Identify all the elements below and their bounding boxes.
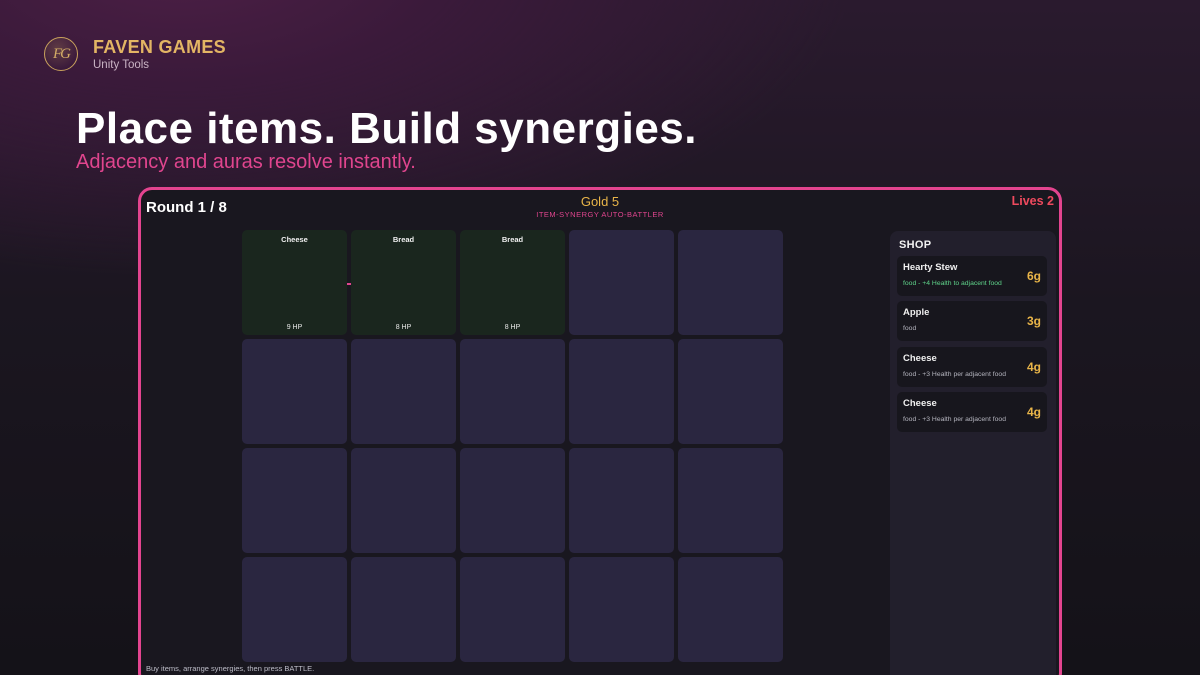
shop-panel: SHOP Hearty Stew food - +4 Health to adj…	[890, 231, 1056, 675]
shop-item-name: Apple	[903, 307, 930, 318]
shop-item-description: food	[903, 325, 917, 332]
game-subtitle: ITEM-SYNERGY AUTO-BATTLER	[536, 210, 664, 219]
brand-name: FAVEN GAMES	[93, 37, 226, 57]
item-name: Cheese	[281, 235, 308, 244]
board-grid: Cheese 9 HP Bread 8 HP Bread 8 HP	[242, 230, 783, 662]
board-cell-empty[interactable]	[678, 230, 783, 335]
shop-item-price: 3g	[1026, 314, 1041, 328]
board-cell-empty[interactable]	[351, 339, 456, 444]
board-cell-empty[interactable]	[242, 339, 347, 444]
shop-item[interactable]: Hearty Stew food - +4 Health to adjacent…	[897, 256, 1047, 296]
item-name: Bread	[501, 235, 524, 244]
hero-headline: Place items. Build synergies.	[76, 104, 697, 153]
shop-item-price: 6g	[1026, 269, 1041, 283]
gold-counter: Gold 5	[580, 194, 620, 209]
board-cell-item[interactable]: Bread 8 HP	[351, 230, 456, 335]
board-cell-empty[interactable]	[569, 448, 674, 553]
shop-item-name: Cheese	[903, 398, 937, 409]
shop-item[interactable]: Apple food 3g	[897, 301, 1047, 341]
board-cell-empty[interactable]	[460, 557, 565, 662]
instruction-hint: Buy items, arrange synergies, then press…	[146, 664, 315, 673]
game-window: Round 1 / 8 Gold 5 ITEM-SYNERGY AUTO-BAT…	[138, 187, 1062, 675]
shop-item-description: food - +3 Health per adjacent food	[903, 371, 1006, 378]
board-cell-item[interactable]: Bread 8 HP	[460, 230, 565, 335]
board-cell-empty[interactable]	[460, 339, 565, 444]
board-cell-empty[interactable]	[569, 557, 674, 662]
board-cell-empty[interactable]	[569, 230, 674, 335]
board-cell-empty[interactable]	[351, 557, 456, 662]
item-hp: 8 HP	[504, 324, 521, 331]
board-cell-empty[interactable]	[569, 339, 674, 444]
board-cell-empty[interactable]	[460, 448, 565, 553]
board-cell-empty[interactable]	[351, 448, 456, 553]
board-cell-empty[interactable]	[678, 339, 783, 444]
game-header: Gold 5 ITEM-SYNERGY AUTO-BATTLER	[141, 194, 1059, 220]
shop-item-name: Hearty Stew	[903, 262, 958, 273]
hero-subline: Adjacency and auras resolve instantly.	[76, 151, 416, 173]
synergy-link-indicator	[347, 283, 351, 285]
shop-item[interactable]: Cheese food - +3 Health per adjacent foo…	[897, 392, 1047, 432]
item-hp: 8 HP	[395, 324, 412, 331]
shop-title: SHOP	[899, 239, 932, 251]
shop-item-price: 4g	[1026, 405, 1041, 419]
brand-subtitle: Unity Tools	[93, 59, 150, 71]
board-cell-item[interactable]: Cheese 9 HP	[242, 230, 347, 335]
shop-item-name: Cheese	[903, 353, 937, 364]
board-cell-empty[interactable]	[242, 557, 347, 662]
board-cell-empty[interactable]	[242, 448, 347, 553]
board-cell-empty[interactable]	[678, 557, 783, 662]
item-name: Bread	[392, 235, 415, 244]
shop-item-description: food - +3 Health per adjacent food	[903, 416, 1006, 423]
lives-counter: Lives 2	[1011, 194, 1054, 208]
item-hp: 9 HP	[286, 324, 303, 331]
shop-item-price: 4g	[1026, 360, 1041, 374]
shop-item[interactable]: Cheese food - +3 Health per adjacent foo…	[897, 347, 1047, 387]
brand-text: FAVEN GAMES Unity Tools	[93, 36, 226, 72]
brand: FG FAVEN GAMES Unity Tools	[44, 36, 226, 72]
board-cell-empty[interactable]	[678, 448, 783, 553]
shop-item-description: food - +4 Health to adjacent food	[903, 280, 1002, 287]
faven-games-logo-icon: FG	[44, 37, 78, 71]
